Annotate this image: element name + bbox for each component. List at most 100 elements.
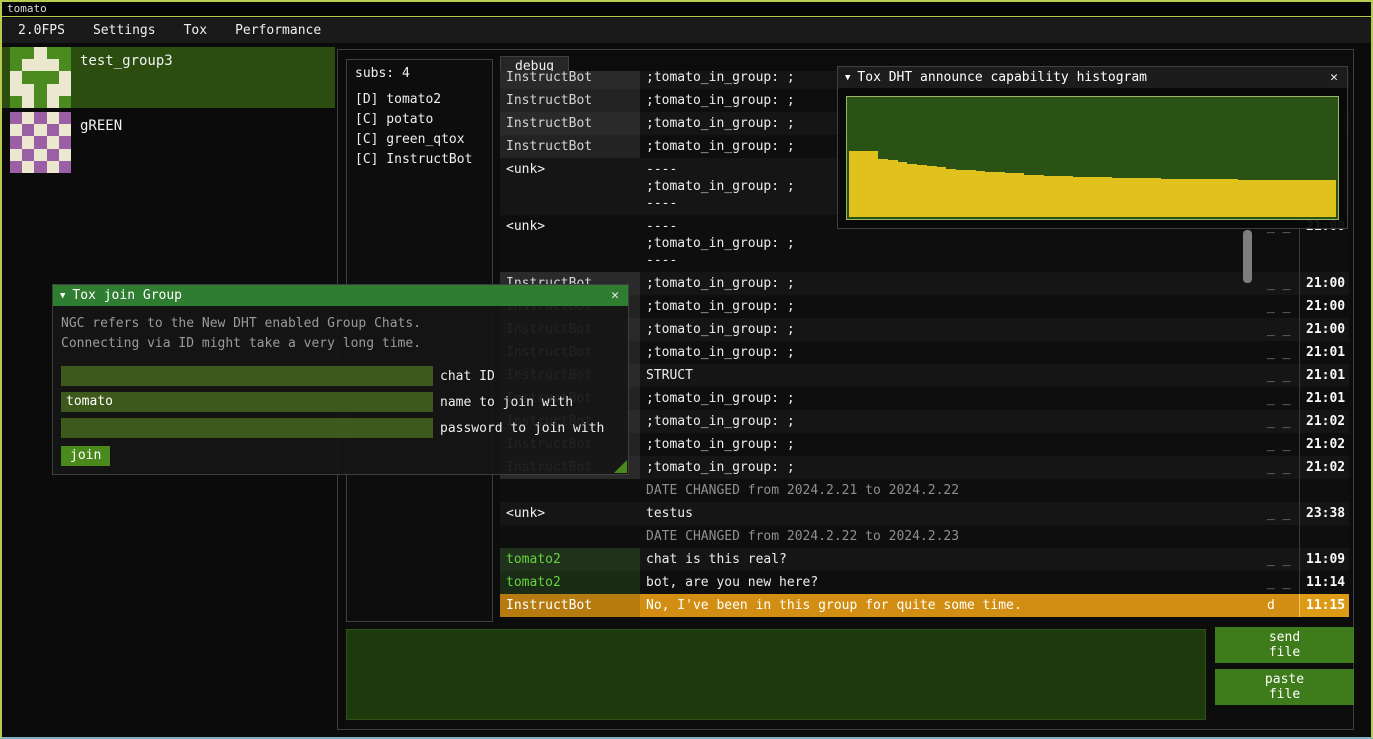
message-status: _ _ <box>1261 272 1299 295</box>
collapse-icon[interactable]: ▼ <box>60 291 65 301</box>
message-text: No, I've been in this group for quite so… <box>640 594 1261 617</box>
sender-name: InstructBot <box>500 135 640 158</box>
collapse-icon[interactable]: ▼ <box>845 73 850 83</box>
message-timestamp: 21:01 <box>1299 364 1349 387</box>
paste-file-label-line2: file <box>1269 687 1300 702</box>
member-item-green_qtox[interactable]: [C] green_qtox <box>347 130 492 150</box>
window-title-bar: tomato <box>2 2 1371 17</box>
message-timestamp: 23:38 <box>1299 502 1349 525</box>
chat-message-row[interactable]: <unk>testus_ _23:38 <box>500 502 1349 525</box>
message-timestamp: 21:01 <box>1299 341 1349 364</box>
sender-name: InstructBot <box>500 89 640 112</box>
message-text: ;tomato_in_group: ; <box>640 433 1261 456</box>
resize-grip[interactable] <box>614 460 627 473</box>
message-status: _ _ <box>1261 387 1299 410</box>
close-icon[interactable]: ✕ <box>1328 70 1340 85</box>
message-status <box>1261 525 1299 548</box>
chat-message-row[interactable]: tomato2bot, are you new here?_ _11:14 <box>500 571 1349 594</box>
sender-name: <unk> <box>500 502 640 525</box>
message-timestamp: 21:00 <box>1299 295 1349 318</box>
group-list: test_group3gREEN <box>2 47 335 177</box>
message-timestamp: 11:09 <box>1299 548 1349 571</box>
message-text: STRUCT <box>640 364 1261 387</box>
join-group-titlebar[interactable]: ▼ Tox join Group ✕ <box>53 285 628 306</box>
group-item-gREEN[interactable]: gREEN <box>2 112 335 173</box>
join-group-title: Tox join Group <box>72 288 602 303</box>
join-desc-line2: Connecting via ID might take a very long… <box>61 334 620 354</box>
message-timestamp: 21:02 <box>1299 456 1349 479</box>
message-status: _ _ <box>1261 410 1299 433</box>
close-icon[interactable]: ✕ <box>609 288 621 303</box>
app-window: tomato 2.0FPS Settings Tox Performance test… <box>0 0 1373 739</box>
menu-item-performance[interactable]: Performance <box>225 20 331 41</box>
sender-name: <unk> <box>500 215 640 272</box>
message-status: _ _ <box>1261 433 1299 456</box>
join-button[interactable]: join <box>61 446 110 466</box>
message-timestamp: 21:01 <box>1299 387 1349 410</box>
chat-id-input[interactable] <box>61 366 433 386</box>
members-header: subs: 4 <box>347 60 492 85</box>
message-text: ;tomato_in_group: ; <box>640 387 1261 410</box>
menu-bar: 2.0FPS Settings Tox Performance <box>2 18 1371 43</box>
message-status: d <box>1261 594 1299 617</box>
dht-histogram-titlebar[interactable]: ▼ Tox DHT announce capability histogram … <box>838 67 1347 88</box>
message-input[interactable] <box>346 629 1206 720</box>
message-status: _ _ <box>1261 318 1299 341</box>
message-status <box>1261 479 1299 502</box>
sender-name: InstructBot <box>500 71 640 89</box>
menu-item-settings[interactable]: Settings <box>83 20 166 41</box>
group-item-test_group3[interactable]: test_group3 <box>2 47 335 108</box>
chat-scrollbar[interactable] <box>1243 230 1252 283</box>
message-text: ;tomato_in_group: ; <box>640 341 1261 364</box>
group-avatar <box>10 47 71 108</box>
message-timestamp: 11:14 <box>1299 571 1349 594</box>
chat-id-label: chat ID <box>440 369 495 384</box>
member-item-potato[interactable]: [C] potato <box>347 110 492 130</box>
join-name-input[interactable]: tomato <box>61 392 433 412</box>
member-list: [D] tomato2[C] potato[C] green_qtox[C] I… <box>347 90 492 170</box>
message-text: bot, are you new here? <box>640 571 1261 594</box>
date-changed-text: DATE CHANGED from 2024.2.21 to 2024.2.22 <box>640 479 1261 502</box>
paste-file-label-line1: paste <box>1265 672 1304 687</box>
message-status: _ _ <box>1261 456 1299 479</box>
join-password-input[interactable] <box>61 418 433 438</box>
sender-name: <unk> <box>500 158 640 215</box>
message-text: ;tomato_in_group: ; <box>640 410 1261 433</box>
message-status: _ _ <box>1261 502 1299 525</box>
message-timestamp: 21:00 <box>1299 272 1349 295</box>
message-status: _ _ <box>1261 548 1299 571</box>
window-title: tomato <box>7 2 47 15</box>
chat-message-row[interactable]: tomato2chat is this real?_ _11:09 <box>500 548 1349 571</box>
message-timestamp: 21:02 <box>1299 433 1349 456</box>
message-status: _ _ <box>1261 341 1299 364</box>
message-text: testus <box>640 502 1261 525</box>
sender-name: InstructBot <box>500 594 640 617</box>
message-text: ;tomato_in_group: ; <box>640 295 1261 318</box>
menu-item-tox[interactable]: Tox <box>174 20 217 41</box>
date-separator-row: DATE CHANGED from 2024.2.22 to 2024.2.23 <box>500 525 1349 548</box>
send-file-label-line2: file <box>1269 645 1300 660</box>
message-status: _ _ <box>1261 571 1299 594</box>
message-status: _ _ <box>1261 295 1299 318</box>
group-name: test_group3 <box>80 47 173 108</box>
menu-item-2-0fps[interactable]: 2.0FPS <box>8 20 75 41</box>
paste-file-button[interactable]: paste file <box>1215 669 1354 705</box>
send-file-button[interactable]: send file <box>1215 627 1354 663</box>
dht-histogram-title: Tox DHT announce capability histogram <box>857 70 1321 85</box>
date-separator-row: DATE CHANGED from 2024.2.21 to 2024.2.22 <box>500 479 1349 502</box>
message-status: _ _ <box>1261 364 1299 387</box>
dht-histogram-plot <box>846 96 1339 220</box>
chat-message-row[interactable]: InstructBotNo, I've been in this group f… <box>500 594 1349 617</box>
message-text: ;tomato_in_group: ; <box>640 456 1261 479</box>
join-password-label: password to join with <box>440 421 604 436</box>
message-timestamp: 11:15 <box>1299 594 1349 617</box>
message-timestamp: 21:00 <box>1299 318 1349 341</box>
sender-name: tomato2 <box>500 548 640 571</box>
date-changed-text: DATE CHANGED from 2024.2.22 to 2024.2.23 <box>640 525 1261 548</box>
member-item-InstructBot[interactable]: [C] InstructBot <box>347 150 492 170</box>
member-item-tomato2[interactable]: [D] tomato2 <box>347 90 492 110</box>
join-desc-line1: NGC refers to the New DHT enabled Group … <box>61 314 620 334</box>
sender-name: tomato2 <box>500 571 640 594</box>
join-name-label: name to join with <box>440 395 573 410</box>
sender-name: InstructBot <box>500 112 640 135</box>
